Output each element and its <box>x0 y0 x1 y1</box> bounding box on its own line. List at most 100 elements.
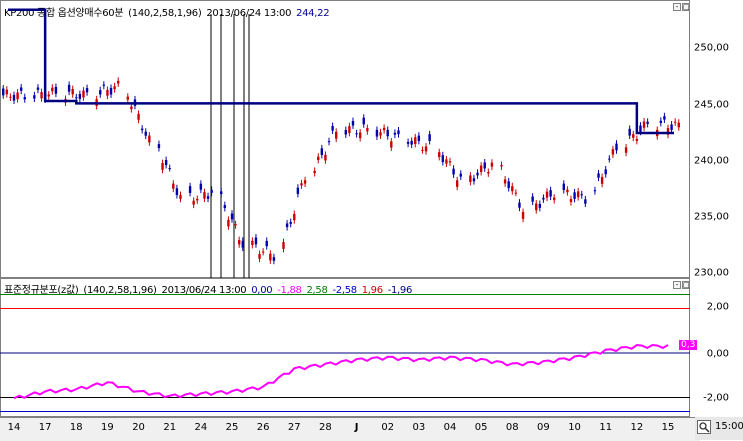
time-axis-label: 15 <box>661 422 675 433</box>
price-candle <box>487 171 490 174</box>
price-tick-label: 230,00 <box>694 267 729 279</box>
time-axis-label: 18 <box>69 422 83 433</box>
price-candle <box>269 253 272 261</box>
price-candle <box>441 155 445 163</box>
time-axis-label: 02 <box>381 422 395 433</box>
price-candle <box>362 117 365 125</box>
price-candle <box>303 180 307 184</box>
price-candle <box>507 181 510 189</box>
price-candle <box>393 132 397 135</box>
price-candle <box>36 87 40 90</box>
time-axis-label: 24 <box>194 422 208 433</box>
price-candle <box>351 120 355 126</box>
price-candle <box>148 135 151 143</box>
price-candle <box>549 190 552 197</box>
price-candle <box>635 138 639 141</box>
price-candle <box>375 129 379 137</box>
time-axis-label: 20 <box>132 422 145 433</box>
price-candle <box>188 186 192 193</box>
price-candle <box>677 122 680 128</box>
price-candle <box>223 205 227 209</box>
magnifier-icon[interactable] <box>697 420 711 434</box>
price-candle <box>300 183 303 186</box>
price-candle <box>331 126 334 131</box>
price-candle <box>445 159 448 164</box>
price-candle <box>67 84 71 92</box>
price-candle <box>624 147 628 153</box>
price-candle <box>144 131 147 136</box>
price-candle <box>417 135 421 141</box>
price-tick-label: 240,00 <box>694 155 729 167</box>
price-candle <box>261 251 265 253</box>
time-axis-label: 05 <box>474 422 488 433</box>
price-candle <box>168 168 171 170</box>
price-candle <box>348 126 351 133</box>
price-candle <box>438 152 441 158</box>
price-candle <box>241 240 244 248</box>
price-candle <box>659 120 663 123</box>
price-candle <box>85 88 89 93</box>
price-candle <box>476 172 479 176</box>
price-candle <box>358 132 362 139</box>
price-candle <box>12 95 16 101</box>
time-axis-label: 21 <box>163 422 177 433</box>
price-candle <box>102 84 106 86</box>
zscore-tick-label: -2,00 <box>703 392 729 404</box>
price-candle <box>19 87 23 91</box>
price-candle <box>99 90 102 95</box>
price-candle <box>344 129 347 135</box>
price-candle <box>382 127 386 131</box>
price-candle <box>545 191 549 198</box>
price-candle <box>611 149 615 155</box>
time-axis-label: J <box>354 422 359 433</box>
price-candle <box>282 242 285 249</box>
price-candle <box>251 240 254 246</box>
price-candle <box>203 192 206 199</box>
price-candle <box>597 173 600 178</box>
price-candle <box>199 183 203 190</box>
time-axis-label: 09 <box>537 422 550 433</box>
price-candle <box>397 130 400 135</box>
price-candle <box>40 92 43 99</box>
price-candle <box>126 96 129 100</box>
price-candle <box>234 224 237 226</box>
zscore-last-value-badge: 0,3 <box>679 340 698 350</box>
price-candle <box>455 180 459 187</box>
price-candle <box>172 183 175 189</box>
time-axis-label: 03 <box>412 422 426 433</box>
price-candle <box>47 94 50 97</box>
time-axis[interactable]: 14 17 18 19 20 21 24 25 26 27 28 J 02 03 04 05 08 09 10 11 1… <box>0 417 700 441</box>
price-candle <box>448 161 452 163</box>
price-candle <box>600 176 604 184</box>
price-candle <box>179 194 182 199</box>
price-candle <box>106 89 109 96</box>
price-candle <box>518 202 521 208</box>
price-candle <box>33 95 36 99</box>
price-candle <box>628 128 631 136</box>
price-candle <box>51 87 54 92</box>
price-candle <box>521 212 525 219</box>
price-candle <box>421 149 424 151</box>
price-tick-label: 245,00 <box>694 99 729 111</box>
price-candle <box>320 148 324 155</box>
price-candle <box>593 190 597 192</box>
price-candle <box>113 86 116 90</box>
price-candle <box>390 141 393 148</box>
price-candle <box>584 199 587 204</box>
price-candle <box>366 128 369 132</box>
price-candle <box>272 257 276 261</box>
time-axis-label: 28 <box>319 422 332 433</box>
price-candle <box>75 97 78 99</box>
price-candle <box>137 113 140 120</box>
price-candle <box>573 192 576 199</box>
price-y-axis: 250,00 245,00 240,00 235,00 230,00 <box>691 0 743 279</box>
price-candle <box>117 80 120 84</box>
price-candle <box>210 189 213 193</box>
price-candle <box>230 213 234 220</box>
price-candle <box>469 175 472 182</box>
price-candle <box>293 213 296 221</box>
price-candle <box>109 87 113 95</box>
price-candle <box>406 141 410 144</box>
price-candle <box>23 97 26 100</box>
price-candle <box>175 188 179 196</box>
